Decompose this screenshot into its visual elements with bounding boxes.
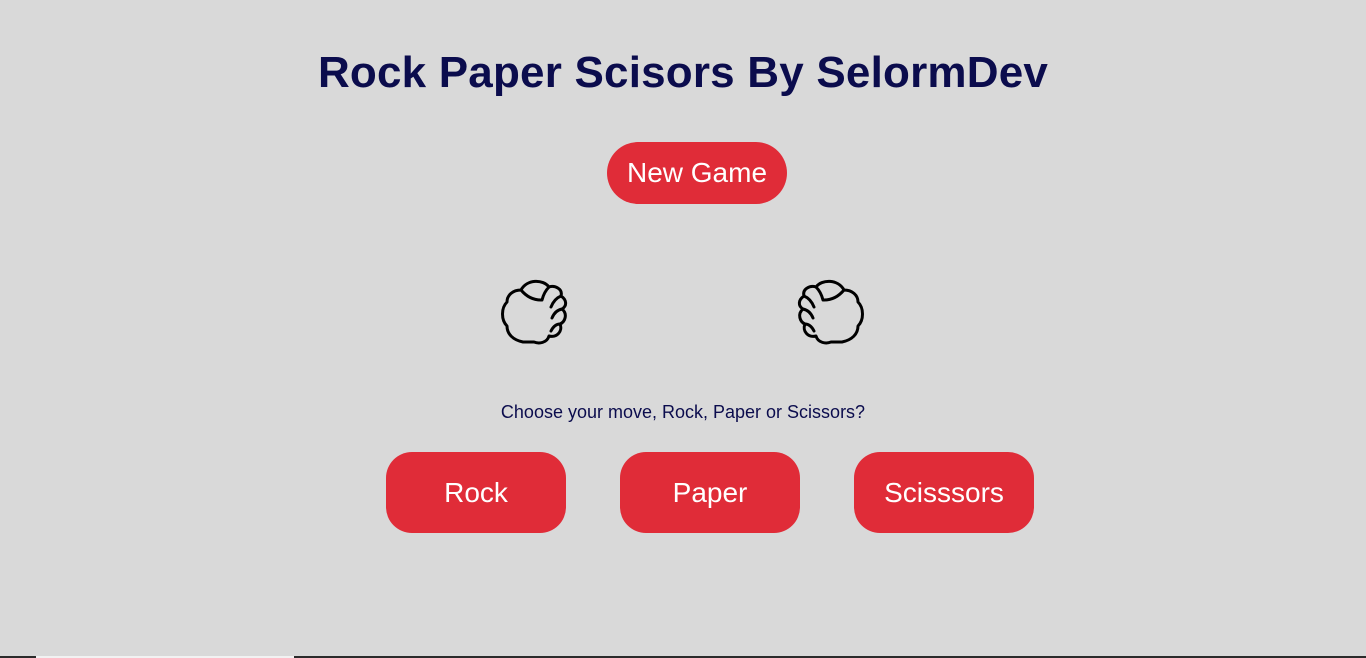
player-fist-icon <box>501 279 568 345</box>
scissors-button[interactable]: Scisssors <box>854 452 1034 533</box>
rock-button[interactable]: Rock <box>386 452 566 533</box>
new-game-button[interactable]: New Game <box>607 142 787 204</box>
computer-fist-icon <box>797 279 864 345</box>
move-prompt: Choose your move, Rock, Paper or Scissor… <box>500 402 866 422</box>
paper-button[interactable]: Paper <box>620 452 800 533</box>
page-title: Rock Paper Scisors By SelormDev <box>317 48 1049 97</box>
